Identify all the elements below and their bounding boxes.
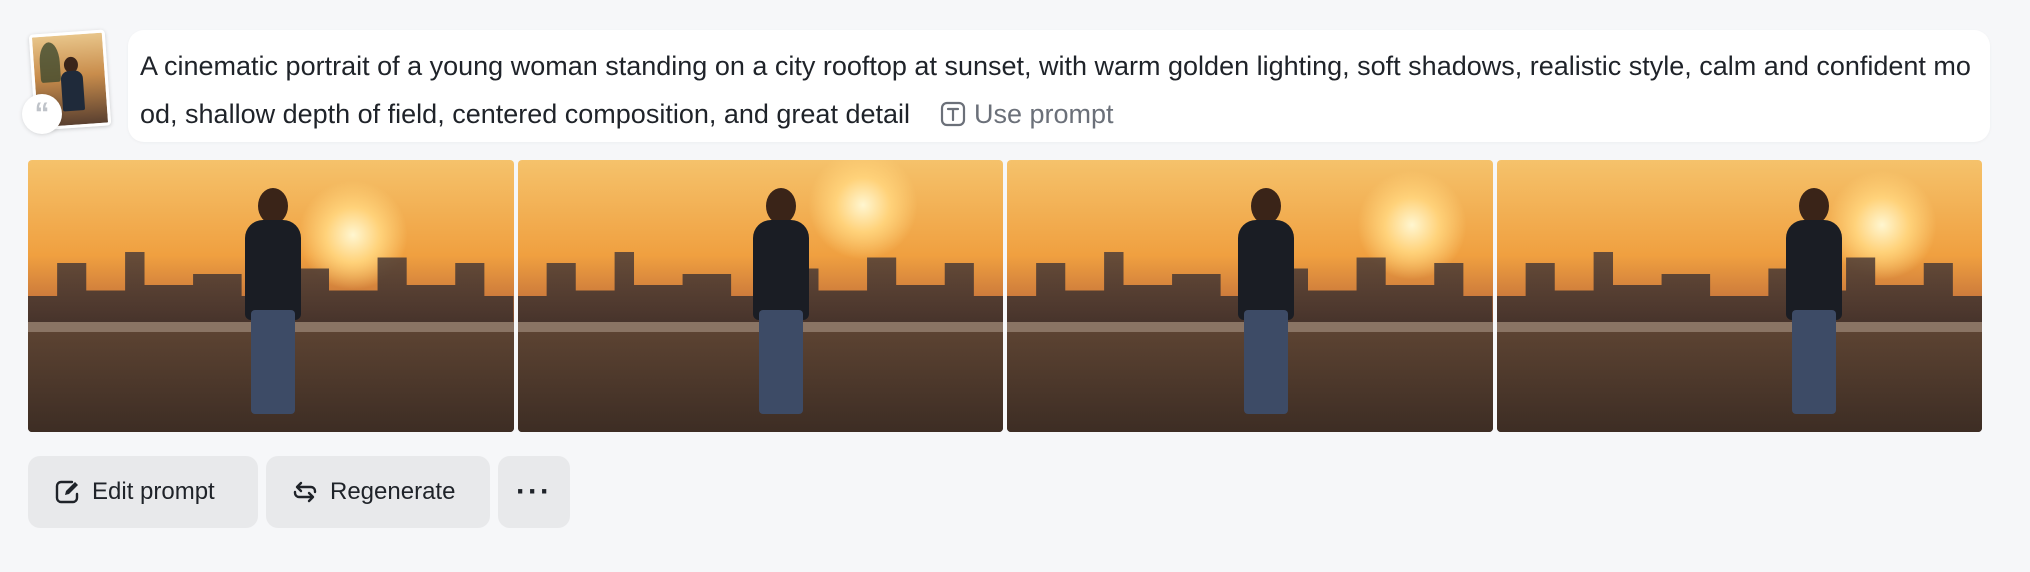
regenerate-button[interactable]: Regenerate <box>266 456 490 528</box>
text-template-icon <box>940 101 966 126</box>
edit-icon <box>55 480 79 504</box>
more-options-button[interactable]: ··· <box>498 456 570 528</box>
regenerate-label: Regenerate <box>330 478 456 505</box>
edit-prompt-button[interactable]: Edit prompt <box>28 456 258 528</box>
generated-image-2[interactable] <box>517 160 1003 432</box>
generated-image-3[interactable] <box>1007 160 1493 432</box>
regenerate-icon <box>293 481 317 503</box>
prompt-card: A cinematic portrait of a young woman st… <box>128 30 1990 142</box>
use-prompt-button[interactable]: Use prompt <box>940 90 1114 138</box>
use-prompt-label: Use prompt <box>974 98 1114 129</box>
reference-image-thumbnail[interactable]: “ <box>22 29 112 134</box>
action-bar: Edit prompt Regenerate ··· <box>28 456 570 528</box>
more-icon: ··· <box>516 475 552 508</box>
generated-image-4[interactable] <box>1496 160 1982 432</box>
quote-icon: “ <box>22 94 62 134</box>
edit-prompt-label: Edit prompt <box>92 478 215 505</box>
generated-image-1[interactable] <box>28 160 514 432</box>
prompt-text-container: A cinematic portrait of a young woman st… <box>140 42 1978 140</box>
generated-images-grid <box>28 160 1982 432</box>
